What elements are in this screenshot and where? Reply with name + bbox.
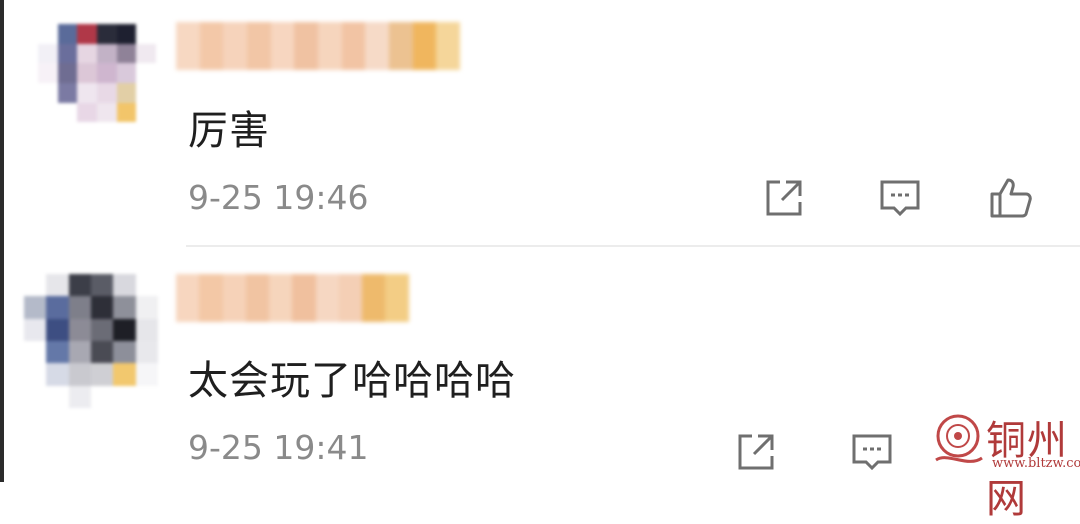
comment-icon xyxy=(880,180,920,217)
comment-button[interactable] xyxy=(876,174,924,222)
share-button[interactable] xyxy=(732,428,780,476)
avatar[interactable] xyxy=(24,274,158,408)
comment-item: 厉害 9-25 19:46 xyxy=(0,0,1080,246)
comment-icon xyxy=(852,434,892,471)
like-button[interactable] xyxy=(986,174,1034,222)
comment-button[interactable] xyxy=(848,428,896,476)
share-icon xyxy=(766,180,802,216)
share-icon xyxy=(738,434,774,470)
comment-divider xyxy=(186,245,1080,247)
comment-text: 太会玩了哈哈哈哈 xyxy=(188,358,516,404)
share-button[interactable] xyxy=(760,174,808,222)
comment-time: 9-25 19:46 xyxy=(188,178,369,217)
watermark-url: www.bltzw.com xyxy=(992,456,1080,471)
username-blurred[interactable] xyxy=(176,274,432,322)
like-icon xyxy=(990,178,1032,218)
comment-time: 9-25 19:41 xyxy=(188,428,369,467)
watermark-logo-icon xyxy=(935,414,983,463)
comment-text: 厉害 xyxy=(188,108,270,154)
comment-item: 太会玩了哈哈哈哈 9-25 19:41 xyxy=(0,248,1080,482)
username-blurred[interactable] xyxy=(176,22,461,70)
avatar[interactable] xyxy=(38,24,156,142)
watermark: 铜州网 www.bltzw.com xyxy=(930,406,1080,522)
